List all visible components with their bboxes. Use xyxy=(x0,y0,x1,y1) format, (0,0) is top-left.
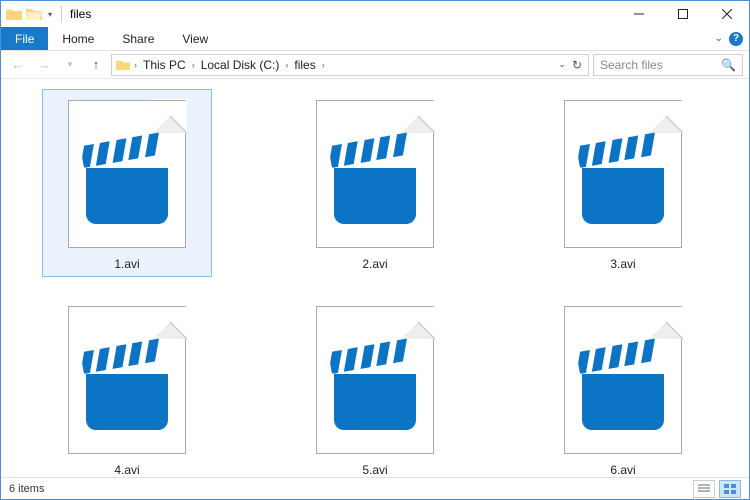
search-placeholder: Search files xyxy=(600,58,717,72)
breadcrumb-folder[interactable]: files xyxy=(290,58,319,72)
separator xyxy=(61,6,62,22)
file-name: 6.avi xyxy=(606,462,639,477)
forward-button[interactable]: → xyxy=(33,54,55,76)
file-item[interactable]: 4.avi xyxy=(42,295,212,477)
minimize-button[interactable] xyxy=(617,1,661,27)
video-file-icon xyxy=(558,300,688,460)
video-file-icon xyxy=(310,300,440,460)
address-dropdown-icon[interactable]: ⌄ xyxy=(558,59,566,70)
folder-icon xyxy=(5,5,23,23)
large-icons-view-button[interactable] xyxy=(719,480,741,498)
details-view-button[interactable] xyxy=(693,480,715,498)
navigation-bar: ← → ▾ ↑ › This PC › Local Disk (C:) › fi… xyxy=(1,51,749,79)
close-button[interactable] xyxy=(705,1,749,27)
chevron-right-icon[interactable]: › xyxy=(320,60,327,70)
up-button[interactable]: ↑ xyxy=(85,54,107,76)
file-pane[interactable]: 1.avi 2.avi 3.avi xyxy=(1,79,749,477)
folder-icon xyxy=(114,59,132,71)
search-icon: 🔍 xyxy=(721,58,736,72)
search-input[interactable]: Search files 🔍 xyxy=(593,54,743,76)
tab-view[interactable]: View xyxy=(168,27,222,50)
video-file-icon xyxy=(558,94,688,254)
status-bar: 6 items xyxy=(1,477,749,499)
video-file-icon xyxy=(62,300,192,460)
breadcrumb-drive[interactable]: Local Disk (C:) xyxy=(197,58,284,72)
quick-access-dropdown-icon[interactable]: ▾ xyxy=(45,5,55,23)
file-item[interactable]: 3.avi xyxy=(538,89,708,277)
ribbon-tabs: File Home Share View ⌄ ? xyxy=(1,27,749,51)
tab-home[interactable]: Home xyxy=(48,27,108,50)
video-file-icon xyxy=(62,94,192,254)
file-item[interactable]: 1.avi xyxy=(42,89,212,277)
file-name: 2.avi xyxy=(358,256,391,272)
file-item[interactable]: 5.avi xyxy=(290,295,460,477)
chevron-right-icon[interactable]: › xyxy=(283,60,290,70)
video-file-icon xyxy=(310,94,440,254)
back-button[interactable]: ← xyxy=(7,54,29,76)
address-bar[interactable]: › This PC › Local Disk (C:) › files › ⌄ … xyxy=(111,54,589,76)
file-name: 1.avi xyxy=(110,256,143,272)
file-item[interactable]: 6.avi xyxy=(538,295,708,477)
ribbon-expand-icon[interactable]: ⌄ xyxy=(715,33,723,44)
file-name: 4.avi xyxy=(110,462,143,477)
window-title: files xyxy=(70,7,91,21)
chevron-right-icon[interactable]: › xyxy=(132,60,139,70)
file-name: 5.avi xyxy=(358,462,391,477)
help-icon[interactable]: ? xyxy=(729,32,743,46)
file-item[interactable]: 2.avi xyxy=(290,89,460,277)
title-bar: ▾ files xyxy=(1,1,749,27)
chevron-right-icon[interactable]: › xyxy=(190,60,197,70)
tab-share[interactable]: Share xyxy=(108,27,168,50)
refresh-icon[interactable]: ↻ xyxy=(572,58,582,72)
breadcrumb-this-pc[interactable]: This PC xyxy=(139,58,190,72)
file-name: 3.avi xyxy=(606,256,639,272)
recent-locations-dropdown[interactable]: ▾ xyxy=(59,54,81,76)
status-item-count: 6 items xyxy=(9,483,44,495)
maximize-button[interactable] xyxy=(661,1,705,27)
folder-open-icon[interactable] xyxy=(25,5,43,23)
tab-file[interactable]: File xyxy=(1,27,48,50)
